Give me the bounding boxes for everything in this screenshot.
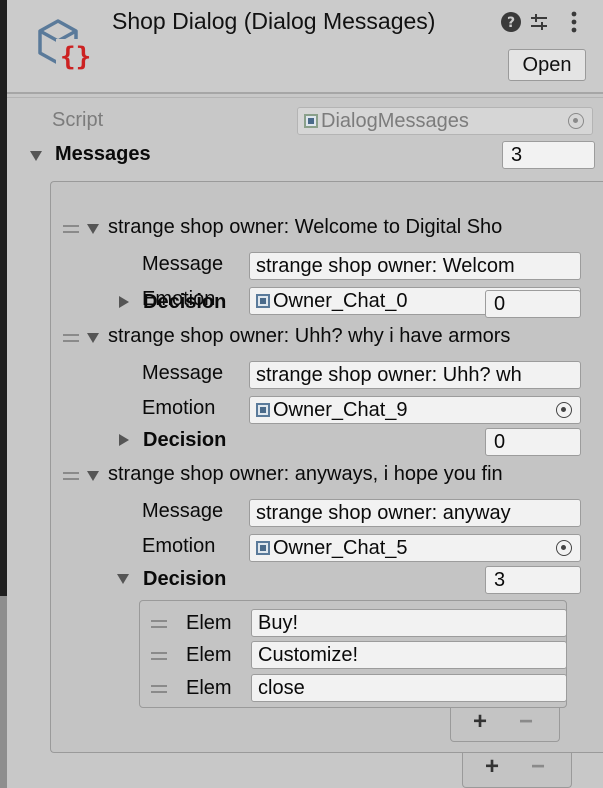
- emotion-label: Emotion: [142, 535, 216, 557]
- settings-icon[interactable]: [528, 11, 550, 33]
- left-panel-edge: [0, 0, 7, 788]
- menu-icon[interactable]: [566, 10, 582, 34]
- sprite-icon: [256, 541, 270, 555]
- object-picker-icon[interactable]: [556, 402, 572, 418]
- element-label: Elem: [186, 677, 232, 699]
- decision-size-field[interactable]: 3: [485, 566, 581, 594]
- script-label: Script: [52, 109, 104, 131]
- message-label: Message: [142, 500, 224, 522]
- decision-size-field[interactable]: 0: [485, 290, 581, 318]
- messages-size-field[interactable]: 3: [502, 141, 595, 169]
- script-file-icon: [304, 114, 318, 128]
- add-message-button[interactable]: +: [485, 753, 499, 781]
- emotion-value: Owner_Chat_5: [273, 537, 408, 559]
- decision-size-field[interactable]: 0: [485, 428, 581, 456]
- item-foldout-icon[interactable]: [87, 333, 99, 343]
- drag-handle[interactable]: [151, 652, 167, 660]
- sprite-icon: [256, 403, 270, 417]
- decision-element-field[interactable]: Buy!: [251, 609, 567, 637]
- open-button[interactable]: Open: [508, 49, 586, 81]
- emotion-label: Emotion: [142, 397, 216, 419]
- element-label: Elem: [186, 612, 232, 634]
- element-label: Elem: [186, 644, 232, 666]
- object-picker-icon: [568, 113, 584, 129]
- drag-handle[interactable]: [151, 685, 167, 693]
- emotion-field[interactable]: Owner_Chat_9: [249, 396, 581, 424]
- decision-label: Decision: [143, 429, 227, 451]
- help-icon[interactable]: ?: [500, 11, 522, 33]
- emotion-value: Owner_Chat_0: [273, 290, 408, 312]
- message-item-header[interactable]: strange shop owner: anyways, i hope you …: [108, 463, 503, 486]
- decision-foldout-icon[interactable]: [119, 434, 129, 446]
- item-foldout-icon[interactable]: [87, 471, 99, 481]
- message-item-header[interactable]: strange shop owner: Welcome to Digital S…: [108, 216, 502, 239]
- message-label: Message: [142, 362, 224, 384]
- messages-label: Messages: [55, 143, 151, 165]
- message-field[interactable]: strange shop owner: anyway: [249, 499, 581, 527]
- decision-label: Decision: [143, 568, 227, 590]
- remove-element-button[interactable]: −: [519, 708, 533, 736]
- remove-message-button[interactable]: −: [531, 753, 545, 781]
- decision-foldout-icon[interactable]: [119, 296, 129, 308]
- message-label: Message: [142, 253, 224, 275]
- item-foldout-icon[interactable]: [87, 224, 99, 234]
- emotion-value: Owner_Chat_9: [273, 399, 408, 421]
- drag-handle[interactable]: [63, 225, 79, 233]
- script-object-icon: {}: [38, 19, 98, 72]
- message-item-header[interactable]: strange shop owner: Uhh? why i have armo…: [108, 325, 510, 348]
- object-picker-icon[interactable]: [556, 540, 572, 556]
- decision-foldout-icon[interactable]: [117, 574, 129, 584]
- svg-text:{}: {}: [60, 42, 91, 72]
- message-field[interactable]: strange shop owner: Uhh? wh: [249, 361, 581, 389]
- add-element-button[interactable]: +: [473, 708, 487, 736]
- emotion-field[interactable]: Owner_Chat_5: [249, 534, 581, 562]
- script-value: DialogMessages: [321, 110, 469, 132]
- decision-list-footer: + −: [450, 708, 560, 742]
- drag-handle[interactable]: [63, 472, 79, 480]
- messages-foldout-icon[interactable]: [30, 151, 42, 161]
- decision-element-field[interactable]: Customize!: [251, 641, 567, 669]
- inspector-title: Shop Dialog (Dialog Messages): [112, 8, 436, 34]
- drag-handle[interactable]: [63, 334, 79, 342]
- svg-text:?: ?: [507, 15, 515, 31]
- header-divider: [7, 92, 603, 94]
- header-divider-2: [7, 97, 603, 98]
- decision-label: Decision: [143, 291, 227, 313]
- left-panel-edge-light: [0, 596, 7, 788]
- sprite-icon: [256, 294, 270, 308]
- messages-list-footer: + −: [462, 753, 572, 788]
- decision-element-field[interactable]: close: [251, 674, 567, 702]
- script-field: DialogMessages: [297, 107, 593, 135]
- drag-handle[interactable]: [151, 620, 167, 628]
- message-field[interactable]: strange shop owner: Welcom: [249, 252, 581, 280]
